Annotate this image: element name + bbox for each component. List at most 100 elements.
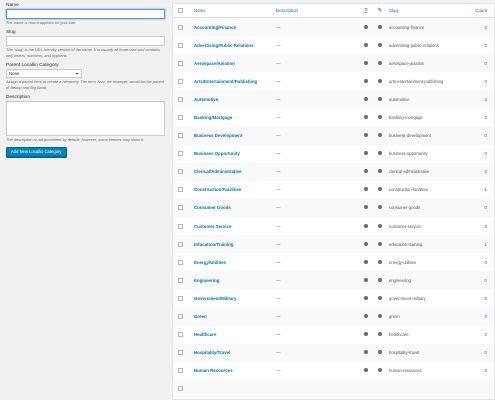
- category-name-link[interactable]: Government/Military: [194, 296, 236, 301]
- row-checkbox[interactable]: [178, 24, 183, 30]
- status-dot-icon: [377, 187, 383, 192]
- status-dot-icon: [363, 187, 369, 192]
- row-checkbox[interactable]: [178, 151, 183, 157]
- category-count-link[interactable]: 0: [485, 296, 487, 301]
- category-count-link[interactable]: 0: [485, 368, 487, 373]
- status-dot-icon: [377, 60, 383, 66]
- column-description-header[interactable]: Description: [276, 8, 298, 13]
- category-name-link[interactable]: Advertising/Public Relations: [194, 43, 254, 48]
- category-count-link[interactable]: 0: [485, 350, 487, 355]
- category-name-link[interactable]: Engineering: [194, 278, 219, 283]
- status-dot-icon: [377, 205, 383, 210]
- category-name-link[interactable]: Arts/Entertainment/Publishing: [194, 79, 257, 84]
- row-checkbox[interactable]: [178, 241, 183, 247]
- category-name-link[interactable]: Education/Training: [194, 242, 234, 247]
- category-count-link[interactable]: 0: [485, 314, 487, 319]
- categories-table: Name Description ▯ ✎ Slug Count Accounti…: [172, 3, 495, 400]
- category-name-link[interactable]: Business Development: [194, 133, 242, 138]
- table-row: Green — green 0: [173, 307, 494, 326]
- row-checkbox[interactable]: [178, 332, 183, 338]
- category-name-link[interactable]: Clerical/Administrative: [194, 169, 242, 174]
- parent-category-select[interactable]: None ▾: [6, 69, 82, 79]
- category-count-link[interactable]: 0: [485, 205, 487, 210]
- status-dot-icon: [377, 169, 383, 174]
- row-checkbox[interactable]: [178, 295, 183, 301]
- slug-input[interactable]: [6, 36, 165, 47]
- category-count-link[interactable]: 0: [485, 115, 487, 120]
- row-checkbox[interactable]: [178, 115, 183, 121]
- category-count-link[interactable]: 0: [485, 278, 487, 283]
- category-count-link[interactable]: 0: [485, 260, 487, 265]
- column-count-header[interactable]: Count: [475, 8, 487, 13]
- category-name-link[interactable]: Energy/Utilities: [194, 260, 226, 265]
- category-name-link[interactable]: Construction/Facilities: [194, 187, 241, 192]
- category-count-link[interactable]: 2: [485, 97, 487, 102]
- category-name-link[interactable]: Accounting/Finance: [194, 25, 236, 30]
- column-slug-header[interactable]: Slug: [389, 8, 398, 13]
- category-count-link[interactable]: 0: [485, 43, 487, 48]
- table-row: Banking/Mortgage — banking-mortgage 0: [173, 108, 494, 126]
- category-slug: banking-mortgage: [389, 115, 423, 121]
- category-name-link[interactable]: Green: [194, 314, 207, 319]
- description-help: The description is not prominent by defa…: [6, 137, 145, 143]
- status-dot-icon: [363, 96, 369, 102]
- row-checkbox[interactable]: [178, 223, 183, 229]
- table-header: Name Description ▯ ✎ Slug Count: [173, 4, 494, 18]
- status-dot-icon: [377, 24, 383, 30]
- row-checkbox[interactable]: [178, 205, 183, 211]
- category-description: —: [276, 332, 281, 338]
- row-checkbox[interactable]: [178, 169, 183, 175]
- category-count-link[interactable]: 1: [485, 187, 487, 192]
- category-count-link[interactable]: 0: [485, 79, 487, 84]
- category-name-link[interactable]: Hospitality/Travel: [194, 350, 230, 355]
- category-count-link[interactable]: 0: [485, 169, 487, 174]
- row-checkbox[interactable]: [178, 259, 183, 265]
- status-dot-icon: [363, 277, 369, 283]
- status-dot-icon: [377, 96, 383, 102]
- row-checkbox[interactable]: [178, 277, 183, 283]
- add-category-button[interactable]: Add New Locallio Category: [6, 147, 67, 158]
- category-name-link[interactable]: Customer Service: [194, 224, 231, 229]
- description-textarea[interactable]: [6, 101, 165, 137]
- table-row: Accounting/Finance — accounting-finance 0: [173, 18, 494, 37]
- category-count-link[interactable]: 0: [485, 133, 487, 138]
- category-name-link[interactable]: Human Resources: [194, 368, 233, 373]
- category-name-link[interactable]: Automotive: [194, 97, 218, 102]
- row-checkbox[interactable]: [178, 42, 183, 48]
- row-checkbox[interactable]: [178, 60, 183, 66]
- category-slug: advertising-public-relations: [389, 42, 439, 48]
- column-name-header[interactable]: Name: [194, 8, 206, 13]
- category-description: —: [276, 295, 281, 301]
- category-description: —: [276, 133, 281, 139]
- category-slug: consumer-goods: [389, 205, 421, 211]
- category-name-link[interactable]: Aerospace/Aviation: [194, 61, 235, 66]
- row-checkbox[interactable]: [178, 187, 183, 193]
- slug-description: The “slug” is the URL-friendly version o…: [6, 47, 160, 58]
- category-count-link[interactable]: 0: [485, 151, 487, 156]
- name-input[interactable]: [6, 9, 165, 19]
- row-checkbox[interactable]: [178, 368, 183, 374]
- category-name-link[interactable]: Banking/Mortgage: [194, 115, 232, 120]
- row-checkbox[interactable]: [178, 133, 183, 139]
- row-checkbox[interactable]: [178, 78, 183, 84]
- category-count-link[interactable]: 0: [485, 61, 487, 66]
- row-checkbox[interactable]: [178, 350, 183, 356]
- table-row: Business Development — business-developmen…: [173, 126, 494, 145]
- row-checkbox[interactable]: [178, 386, 183, 392]
- category-name-link[interactable]: Healthcare: [194, 332, 216, 337]
- category-count-link[interactable]: 2: [485, 332, 487, 337]
- category-slug: customer-service: [389, 223, 421, 229]
- parent-category-label: Parent Locallio Category: [6, 63, 59, 69]
- table-row: Consumer Goods — consumer-goods 0: [173, 198, 494, 218]
- category-slug: energy-utilities: [389, 259, 416, 265]
- category-count-link[interactable]: 0: [485, 224, 487, 229]
- category-count-link[interactable]: 1: [485, 242, 487, 247]
- row-checkbox[interactable]: [178, 314, 183, 320]
- category-name-link[interactable]: Consumer Goods: [194, 205, 231, 210]
- row-checkbox[interactable]: [178, 96, 183, 102]
- category-description: —: [276, 42, 281, 48]
- table-row: Customer Service — customer-service 0: [173, 217, 494, 235]
- category-name-link[interactable]: Business Opportunity: [194, 151, 240, 156]
- category-count-link[interactable]: 0: [485, 25, 487, 30]
- select-all-checkbox[interactable]: [178, 8, 183, 13]
